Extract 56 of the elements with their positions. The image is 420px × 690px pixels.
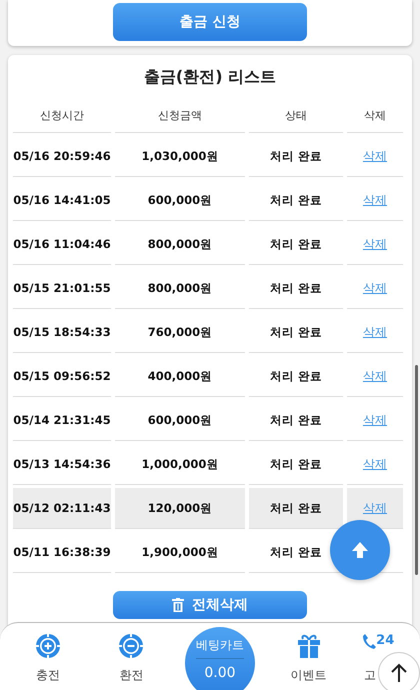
column-header: 신청시간: [13, 100, 111, 133]
betslip-button[interactable]: 베팅카트 0.00: [184, 627, 255, 690]
nav-tab-label[interactable]: 이벤트: [290, 667, 327, 684]
table-cell: 400,000원: [115, 356, 245, 397]
trash-icon: [172, 598, 184, 612]
delete-link[interactable]: 삭제: [363, 280, 387, 296]
table-cell: 05/14 21:31:45: [13, 400, 111, 441]
table-cell: 800,000원: [115, 268, 245, 309]
table-cell: 05/16 14:41:05: [13, 180, 111, 221]
table-cell: 처리 완료: [249, 444, 343, 485]
table-cell: 800,000원: [115, 224, 245, 265]
delete-link[interactable]: 삭제: [363, 148, 387, 164]
table-cell: 1,030,000원: [115, 136, 245, 177]
delete-link[interactable]: 삭제: [363, 368, 387, 384]
table-cell: 05/15 21:01:55: [13, 268, 111, 309]
table-cell: 05/15 18:54:33: [13, 312, 111, 353]
table-cell: 600,000원: [115, 180, 245, 221]
delete-link[interactable]: 삭제: [363, 192, 387, 208]
table-cell: 처리 완료: [249, 356, 343, 397]
table-cell: 05/16 11:04:46: [13, 224, 111, 265]
table-cell: 처리 완료: [249, 180, 343, 221]
table-cell: 600,000원: [115, 400, 245, 441]
delete-link[interactable]: 삭제: [363, 324, 387, 340]
table-cell: 1,000,000원: [115, 444, 245, 485]
list-title: 출금(환전) 리스트: [144, 66, 276, 88]
nav-tab-label[interactable]: 환전: [119, 667, 144, 684]
table-cell: 05/13 14:54:36: [13, 444, 111, 485]
minus-chip-icon: [118, 633, 144, 659]
table-cell: 처리 완료: [249, 136, 343, 177]
column-header: 상태: [249, 100, 343, 133]
gift-icon: [296, 633, 321, 659]
plus-chip-icon: [34, 633, 61, 659]
table-cell: 처리 완료: [249, 224, 343, 265]
table-cell: 760,000원: [115, 312, 245, 353]
table-cell: 처리 완료: [249, 400, 343, 441]
up-arrow-icon: [390, 663, 408, 683]
table-cell: 05/11 16:38:39: [13, 532, 111, 573]
delete-all-button[interactable]: 전체삭제: [113, 591, 307, 619]
table-cell: 처리 완료: [249, 268, 343, 309]
nav-tab-label[interactable]: 고: [364, 667, 376, 684]
table-cell: 처리 완료: [249, 312, 343, 353]
delete-link[interactable]: 삭제: [363, 412, 387, 428]
nav-tab-label[interactable]: 충전: [36, 667, 60, 684]
table-cell: 05/16 20:59:46: [13, 136, 111, 177]
up-arrow-icon: [351, 541, 369, 559]
delete-link[interactable]: 삭제: [363, 456, 387, 472]
delete-link[interactable]: 삭제: [363, 500, 387, 516]
delete-link[interactable]: 삭제: [363, 236, 387, 252]
table-cell: 05/15 09:56:52: [13, 356, 111, 397]
withdraw-request-button[interactable]: 출금 신청: [113, 3, 307, 41]
table-cell: 1,900,000원: [115, 532, 245, 573]
table-cell: 120,000원: [115, 488, 245, 529]
table-cell: 처리 완료: [249, 488, 343, 529]
column-header: 삭제: [347, 100, 403, 133]
table-cell: 05/12 02:11:43: [13, 488, 111, 529]
column-header: 신청금액: [115, 100, 245, 133]
